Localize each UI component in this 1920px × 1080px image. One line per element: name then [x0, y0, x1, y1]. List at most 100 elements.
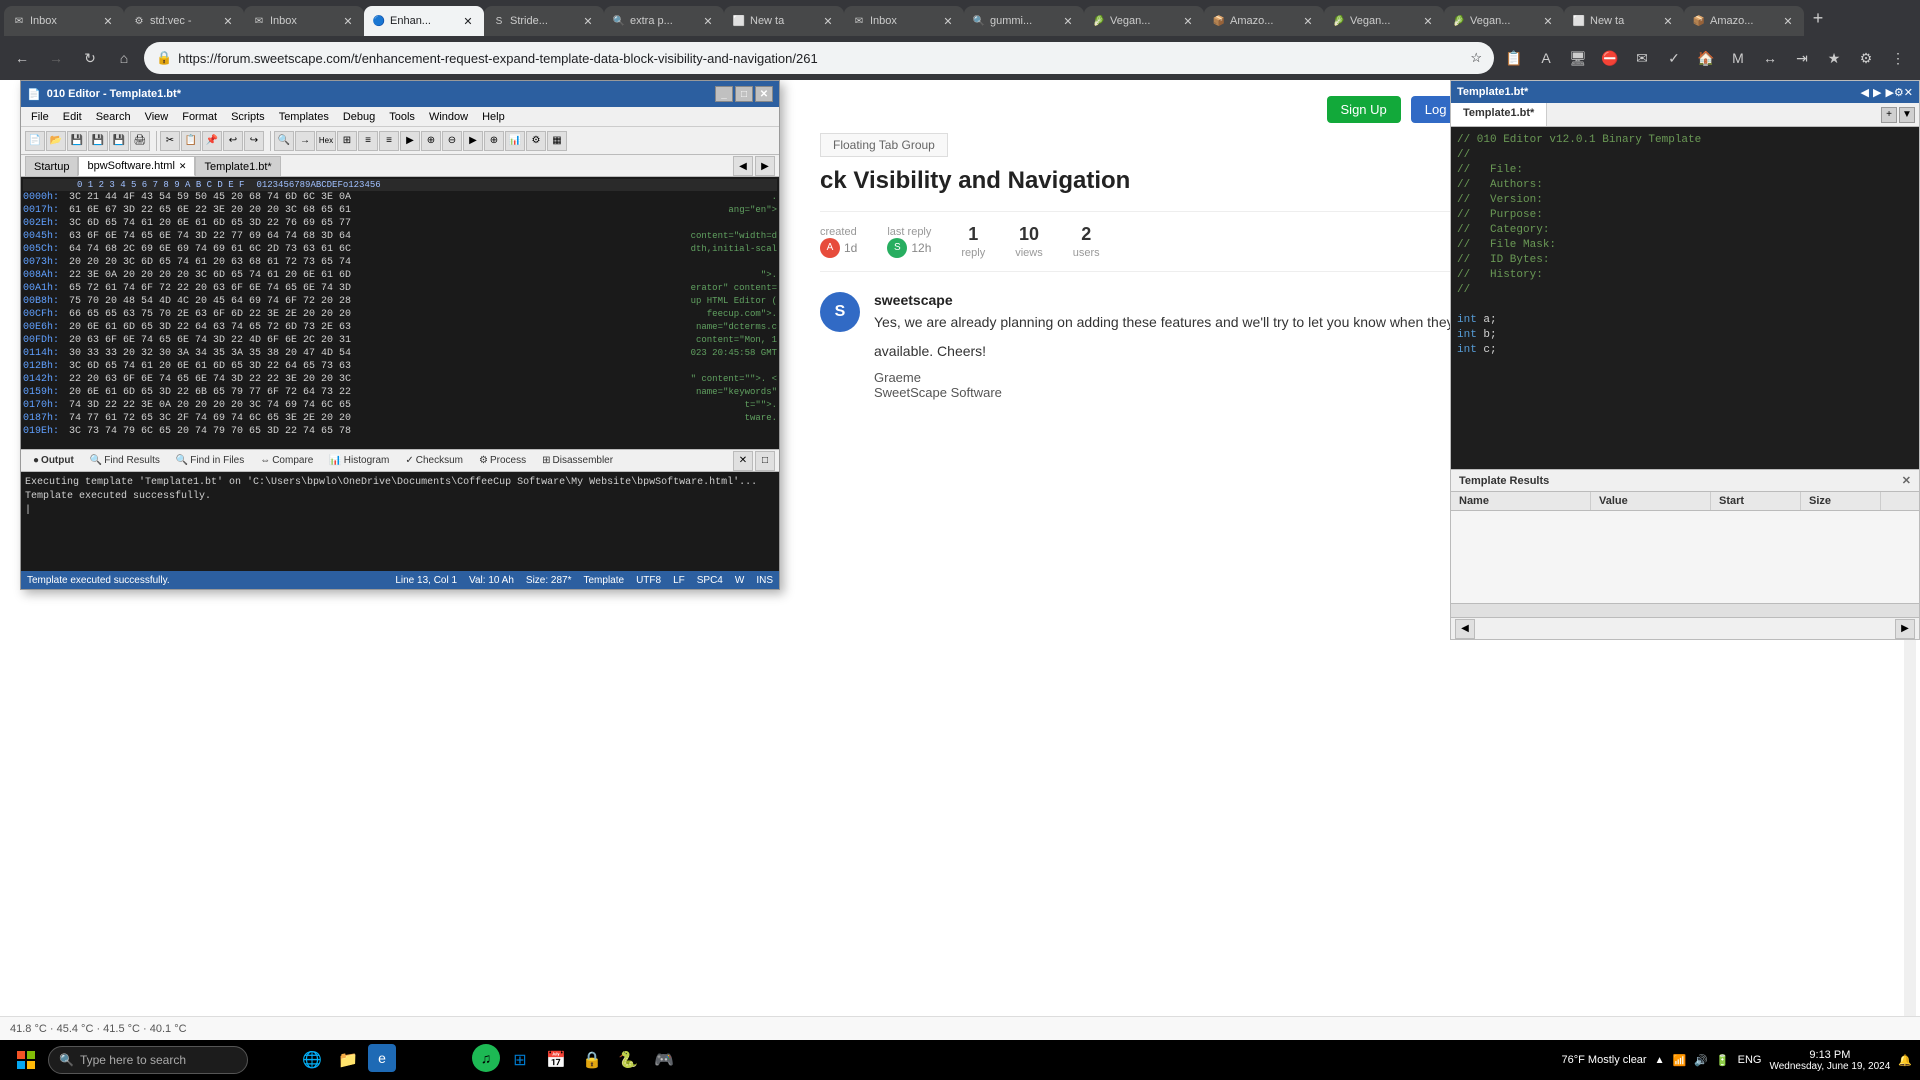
- tab-gummi[interactable]: 🔍 gummi... ✕: [964, 6, 1084, 36]
- taskbar-expand-btn[interactable]: ▲: [1655, 1055, 1665, 1066]
- tab-vegan-3[interactable]: 🥬 Vegan... ✕: [1444, 6, 1564, 36]
- panel-bottom-left[interactable]: ◀: [1455, 619, 1475, 639]
- panel-nav-right[interactable]: ▶: [1873, 86, 1881, 99]
- extension-btn-11[interactable]: ★: [1820, 44, 1848, 72]
- tool-btn-5[interactable]: ⊕: [421, 131, 441, 151]
- tab-inbox-2[interactable]: ✉ Inbox ✕: [244, 6, 364, 36]
- output-tab-findresults[interactable]: 🔍 Find Results: [82, 453, 168, 468]
- volume-icon[interactable]: 🔊: [1694, 1054, 1708, 1067]
- tab-close-btn[interactable]: ✕: [700, 13, 716, 29]
- taskbar-app-widget[interactable]: 🗂: [260, 1044, 292, 1076]
- tab-vegan-2[interactable]: 🥬 Vegan... ✕: [1324, 6, 1444, 36]
- results-close-btn[interactable]: ✕: [1902, 474, 1911, 487]
- tab-new-2[interactable]: ⬜ New ta ✕: [1564, 6, 1684, 36]
- tab-vegan-1[interactable]: 🥬 Vegan... ✕: [1084, 6, 1204, 36]
- taskbar-app-mail[interactable]: ✉: [400, 1044, 432, 1076]
- taskbar-app-vpn[interactable]: 🔒: [576, 1044, 608, 1076]
- redo-btn[interactable]: ↪: [244, 131, 264, 151]
- output-tab-disasm[interactable]: ⊞ Disassembler: [534, 453, 621, 468]
- output-tab-findinfiles[interactable]: 🔍 Find in Files: [168, 453, 252, 468]
- search-menu[interactable]: Search: [90, 109, 137, 125]
- format-menu[interactable]: Format: [176, 109, 223, 125]
- cut-btn[interactable]: ✂: [160, 131, 180, 151]
- taskbar-search-bar[interactable]: 🔍 Type here to search: [48, 1046, 248, 1074]
- extension-btn-6[interactable]: ✓: [1660, 44, 1688, 72]
- tab-stride[interactable]: S Stride... ✕: [484, 6, 604, 36]
- taskbar-app-vscode[interactable]: ⊞: [504, 1044, 536, 1076]
- tool-btn-7[interactable]: ▶: [463, 131, 483, 151]
- edit-menu[interactable]: Edit: [57, 109, 88, 125]
- signup-button[interactable]: Sign Up: [1327, 96, 1401, 123]
- tab-enhan-active[interactable]: 🔵 Enhan... ✕: [364, 6, 484, 36]
- panel-run-btn[interactable]: ▶: [1885, 86, 1893, 99]
- reload-button[interactable]: ↻: [76, 44, 104, 72]
- open-btn[interactable]: 📂: [46, 131, 66, 151]
- taskbar-app-edge[interactable]: e: [368, 1044, 396, 1072]
- home-button[interactable]: ⌂: [110, 44, 138, 72]
- extension-btn-9[interactable]: ↔: [1756, 44, 1784, 72]
- panel-bottom-right[interactable]: ▶: [1895, 619, 1915, 639]
- tab-close-btn[interactable]: ✕: [1420, 13, 1436, 29]
- tab-close-btn[interactable]: ✕: [220, 13, 236, 29]
- find-btn[interactable]: 🔍: [274, 131, 294, 151]
- new-file-btn[interactable]: 📄: [25, 131, 45, 151]
- panel-new-btn[interactable]: +: [1881, 107, 1897, 123]
- tab-bpwsoftware[interactable]: bpwSoftware.html ✕: [78, 156, 195, 176]
- goto-btn[interactable]: →: [295, 131, 315, 151]
- tool-btn-10[interactable]: ⚙: [526, 131, 546, 151]
- panel-close-tab[interactable]: ✕: [1904, 86, 1913, 99]
- tab-inbox-1[interactable]: ✉ Inbox ✕: [4, 6, 124, 36]
- close-button[interactable]: ✕: [755, 86, 773, 102]
- panel-tab-template[interactable]: Template1.bt*: [1451, 103, 1547, 126]
- save-btn-3[interactable]: 💾: [109, 131, 129, 151]
- taskbar-app-python[interactable]: 🐍: [612, 1044, 644, 1076]
- tab-close-btn[interactable]: ✕: [820, 13, 836, 29]
- taskbar-app-files[interactable]: 📁: [332, 1044, 364, 1076]
- tool-btn-8[interactable]: ⊕: [484, 131, 504, 151]
- tab-new-1[interactable]: ⬜ New ta ✕: [724, 6, 844, 36]
- extension-btn-7[interactable]: 🏠: [1692, 44, 1720, 72]
- file-menu[interactable]: File: [25, 109, 55, 125]
- tool-btn-11[interactable]: ▦: [547, 131, 567, 151]
- scripts-menu[interactable]: Scripts: [225, 109, 271, 125]
- code-editor[interactable]: // 010 Editor v12.0.1 Binary Template //…: [1451, 127, 1919, 469]
- tab-close-btn[interactable]: ✕: [1660, 13, 1676, 29]
- save-btn-1[interactable]: 💾: [67, 131, 87, 151]
- extension-btn-8[interactable]: M: [1724, 44, 1752, 72]
- output-float-btn[interactable]: □: [755, 451, 775, 471]
- tab-amazon-2[interactable]: 📦 Amazo... ✕: [1684, 6, 1804, 36]
- panel-list-btn[interactable]: ▼: [1899, 107, 1915, 123]
- tab-close-btn[interactable]: ✕: [1060, 13, 1076, 29]
- tab-inbox-3[interactable]: ✉ Inbox ✕: [844, 6, 964, 36]
- reply-author[interactable]: sweetscape: [874, 292, 953, 308]
- results-scrollbar[interactable]: [1451, 603, 1919, 617]
- extension-btn-10[interactable]: ⇥: [1788, 44, 1816, 72]
- maximize-button[interactable]: □: [735, 86, 753, 102]
- output-tab-output[interactable]: ● Output: [25, 453, 82, 468]
- taskbar-app-store[interactable]: 🛍: [436, 1044, 468, 1076]
- save-btn-2[interactable]: 💾: [88, 131, 108, 151]
- network-icon[interactable]: 📶: [1673, 1054, 1687, 1067]
- output-close-btn[interactable]: ✕: [733, 451, 753, 471]
- debug-menu[interactable]: Debug: [337, 109, 381, 125]
- system-clock[interactable]: 9:13 PM Wednesday, June 19, 2024: [1769, 1049, 1890, 1072]
- tool-btn-1[interactable]: ⊞: [337, 131, 357, 151]
- tab-stdvec[interactable]: ⚙ std:vec - ✕: [124, 6, 244, 36]
- forward-button[interactable]: →: [42, 44, 70, 72]
- taskbar-app-spotify[interactable]: ♫: [472, 1044, 500, 1072]
- notification-btn[interactable]: 🔔: [1898, 1054, 1912, 1067]
- print-btn[interactable]: 🖨: [130, 131, 150, 151]
- hex-btn[interactable]: Hex: [316, 131, 336, 151]
- tab-right-btn[interactable]: ▶: [755, 156, 775, 176]
- tools-menu[interactable]: Tools: [383, 109, 421, 125]
- tab-close-btn[interactable]: ✕: [940, 13, 956, 29]
- help-menu[interactable]: Help: [476, 109, 511, 125]
- output-tab-histogram[interactable]: 📊 Histogram: [321, 453, 397, 468]
- output-tab-checksum[interactable]: ✓ Checksum: [397, 453, 471, 468]
- start-button[interactable]: [8, 1042, 44, 1078]
- output-tab-compare[interactable]: ⇔ Compare: [252, 453, 321, 468]
- tab-close-btn[interactable]: ✕: [1180, 13, 1196, 29]
- extension-btn-12[interactable]: ⚙: [1852, 44, 1880, 72]
- tab-close-btn[interactable]: ✕: [1540, 13, 1556, 29]
- copy-btn[interactable]: 📋: [181, 131, 201, 151]
